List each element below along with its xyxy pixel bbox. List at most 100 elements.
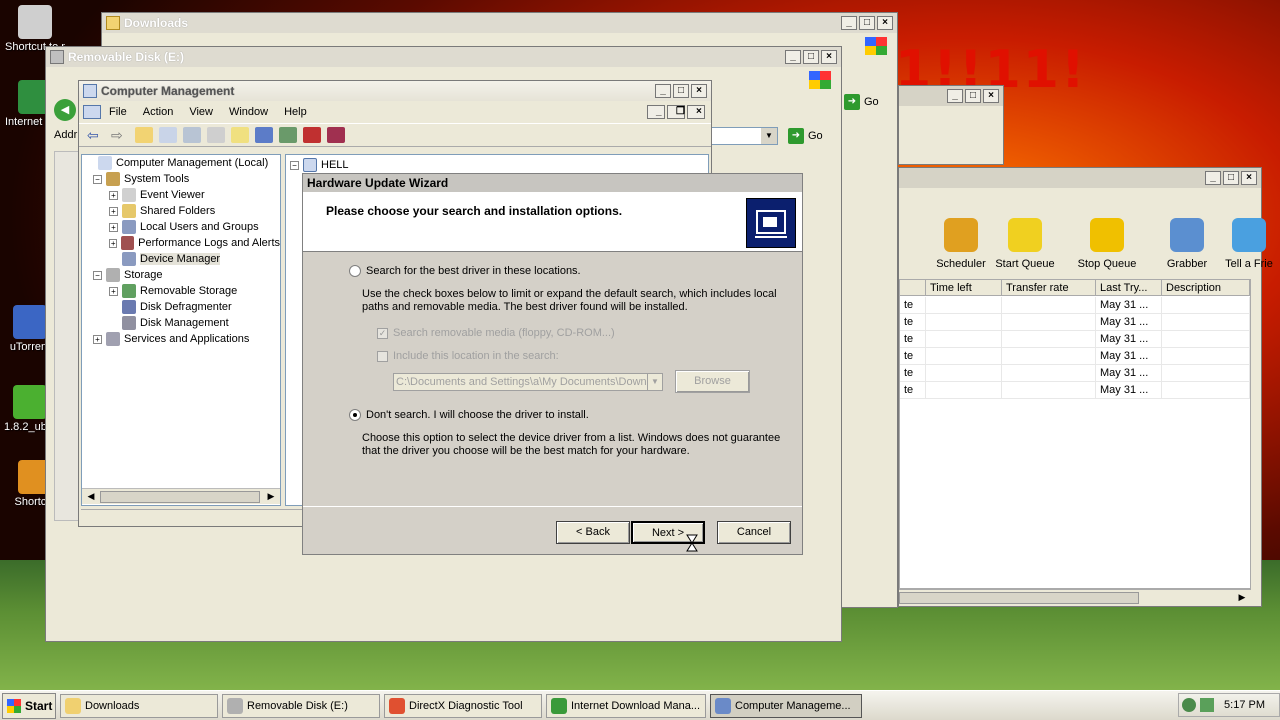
idm-download-list[interactable]: Time left Transfer rate Last Try... Descrip…	[899, 279, 1251, 589]
idm-toolbar-button[interactable]: Tell a Frie	[1213, 218, 1280, 270]
taskbar-button[interactable]: Downloads	[60, 693, 218, 718]
wizard-titlebar[interactable]: Hardware Update Wizard	[303, 174, 802, 193]
help-icon[interactable]	[231, 127, 249, 143]
back-arrow-icon[interactable]: ◀	[54, 99, 76, 121]
table-cell-status[interactable]: te	[900, 382, 926, 399]
forward-icon[interactable]: ⇨	[111, 127, 129, 143]
table-cell[interactable]	[1002, 331, 1096, 348]
back-button[interactable]: < Back	[556, 521, 630, 544]
address-dropdown[interactable]: ▼	[706, 127, 778, 145]
radio-search[interactable]	[349, 265, 361, 277]
table-cell[interactable]	[926, 297, 1002, 314]
tree-item-removable-storage[interactable]: + Removable Storage	[82, 283, 280, 299]
collapse-icon[interactable]: −	[93, 270, 102, 280]
child-restore-icon[interactable]: ❐	[667, 105, 685, 119]
table-cell-status[interactable]: te	[900, 314, 926, 331]
minimize-icon[interactable]: _	[947, 89, 963, 103]
cm-titlebar[interactable]: Computer Management _ □ ×	[79, 81, 711, 101]
table-cell-last-try[interactable]: May 31 ...	[1096, 297, 1162, 314]
tree-item-perf-logs[interactable]: + Performance Logs and Alerts	[82, 235, 280, 251]
properties-icon[interactable]	[183, 127, 201, 143]
menu-window[interactable]: Window	[221, 106, 276, 118]
checkbox-removable[interactable]: ✓	[377, 327, 388, 339]
tree-hscrollbar[interactable]: ◀ ▶	[82, 488, 280, 504]
close-icon[interactable]: ×	[983, 89, 999, 103]
collapse-icon[interactable]: −	[93, 174, 102, 184]
expand-icon[interactable]: +	[109, 222, 118, 232]
disable-icon[interactable]	[327, 127, 345, 143]
show-tree-icon[interactable]	[159, 127, 177, 143]
table-cell-status[interactable]: te	[900, 331, 926, 348]
back-icon[interactable]: ⇦	[87, 127, 105, 143]
expand-icon[interactable]: +	[93, 334, 102, 344]
expand-icon[interactable]: +	[109, 190, 118, 200]
expand-icon[interactable]	[109, 319, 118, 328]
taskbar-button[interactable]: DirectX Diagnostic Tool	[384, 693, 542, 718]
table-cell-status[interactable]: te	[900, 297, 926, 314]
browse-button[interactable]: Browse	[675, 370, 750, 393]
table-cell[interactable]	[926, 314, 1002, 331]
clock[interactable]: 5:17 PM	[1224, 699, 1265, 711]
maximize-icon[interactable]: □	[673, 84, 689, 98]
maximize-icon[interactable]: □	[1223, 171, 1239, 185]
tree-item-event-viewer[interactable]: + Event Viewer	[82, 187, 280, 203]
chevron-down-icon[interactable]: ▼	[647, 374, 662, 390]
radio-dont-search[interactable]	[349, 409, 361, 421]
expand-icon[interactable]: +	[109, 286, 118, 296]
tree-item-disk-defrag[interactable]: Disk Defragmenter	[82, 299, 280, 315]
menu-action[interactable]: Action	[135, 106, 182, 118]
menu-file[interactable]: File	[101, 106, 135, 118]
expand-icon[interactable]	[85, 159, 94, 168]
table-cell-last-try[interactable]: May 31 ...	[1096, 331, 1162, 348]
table-cell-status[interactable]: te	[900, 348, 926, 365]
column-header[interactable]: Time left	[926, 280, 1002, 296]
table-cell[interactable]	[1002, 348, 1096, 365]
minimize-icon[interactable]: _	[655, 84, 671, 98]
column-header[interactable]: Description	[1162, 280, 1250, 296]
check-include-location[interactable]: Include this location in the search:	[377, 350, 559, 362]
menu-help[interactable]: Help	[276, 106, 315, 118]
collapse-icon[interactable]: −	[290, 160, 299, 170]
idm-tray-icon[interactable]	[1200, 698, 1215, 712]
option-dont-search[interactable]: Don't search. I will choose the driver t…	[349, 409, 589, 421]
column-header[interactable]: Transfer rate	[1002, 280, 1096, 296]
close-icon[interactable]: ×	[821, 50, 837, 64]
check-removable-media[interactable]: ✓ Search removable media (floppy, CD-ROM…	[377, 327, 615, 339]
print-icon[interactable]	[207, 127, 225, 143]
minimize-icon[interactable]: _	[785, 50, 801, 64]
close-icon[interactable]: ×	[691, 84, 707, 98]
table-cell[interactable]	[1002, 382, 1096, 399]
downloads-titlebar[interactable]: Downloads _ □ ×	[102, 13, 897, 33]
taskbar-button[interactable]: Computer Manageme...	[710, 693, 862, 718]
option-search[interactable]: Search for the best driver in these loca…	[349, 265, 581, 277]
table-cell[interactable]	[1162, 297, 1250, 314]
table-cell[interactable]	[1002, 297, 1096, 314]
background-window[interactable]: _ □ ×	[898, 85, 1004, 165]
tree-item-disk-management[interactable]: Disk Management	[82, 315, 280, 331]
scan-hardware-icon[interactable]	[255, 127, 273, 143]
column-header[interactable]	[900, 280, 926, 296]
uninstall-icon[interactable]	[303, 127, 321, 143]
table-cell-last-try[interactable]: May 31 ...	[1096, 348, 1162, 365]
hardware-update-wizard[interactable]: Hardware Update Wizard Please choose you…	[302, 173, 803, 555]
table-cell[interactable]	[1162, 348, 1250, 365]
up-folder-icon[interactable]	[135, 127, 153, 143]
close-icon[interactable]: ×	[1241, 171, 1257, 185]
tree-item-system-tools[interactable]: − System Tools	[82, 171, 280, 187]
table-cell[interactable]	[926, 348, 1002, 365]
table-cell[interactable]	[1162, 331, 1250, 348]
close-icon[interactable]: ×	[877, 16, 893, 30]
detail-root-label[interactable]: HELL	[321, 159, 349, 171]
taskbar-button[interactable]: Internet Download Mana...	[546, 693, 706, 718]
child-minimize-icon[interactable]: _	[647, 105, 665, 119]
maximize-icon[interactable]: □	[859, 16, 875, 30]
maximize-icon[interactable]: □	[965, 89, 981, 103]
tree-item-services[interactable]: + Services and Applications	[82, 331, 280, 347]
update-driver-icon[interactable]	[279, 127, 297, 143]
network-icon[interactable]	[1182, 698, 1197, 712]
tree-item-storage[interactable]: − Storage	[82, 267, 280, 283]
tree-item-device-manager[interactable]: Device Manager	[82, 251, 280, 267]
table-cell[interactable]	[1002, 365, 1096, 382]
tree-item-local-users[interactable]: + Local Users and Groups	[82, 219, 280, 235]
idm-toolbar-button[interactable]: Stop Queue	[1071, 218, 1143, 270]
